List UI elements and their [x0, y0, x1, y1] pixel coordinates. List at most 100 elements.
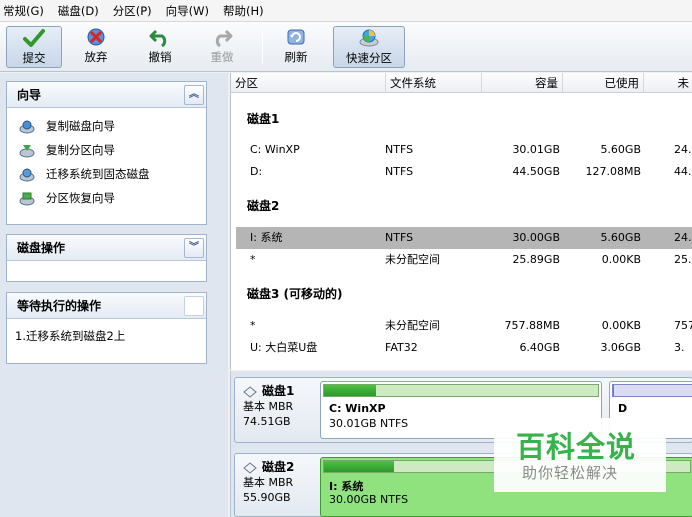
col-filesystem[interactable]: 文件系统 [386, 73, 482, 93]
pending-operation-item[interactable]: 1.迁移系统到磁盘2上 [7, 319, 206, 344]
menu-partition[interactable]: 分区(P) [106, 0, 159, 22]
wizard-panel: 向导 ︽ 复制磁盘向导 复制分区向导 迁移系统到固态磁盘 分区恢复向导 [6, 81, 207, 225]
undo-button[interactable]: 撤销 [136, 26, 184, 68]
wizard-partition-recovery[interactable]: 分区恢复向导 [7, 186, 206, 210]
col-capacity[interactable]: 容量 [482, 73, 563, 93]
disk-size: 74.51GB [243, 415, 291, 428]
cell-filesystem: NTFS [385, 231, 414, 244]
table-row[interactable]: U: 大白菜U盘 FAT32 6.40GB 3.06GB 3. [236, 337, 692, 359]
submit-button[interactable]: 提交 [6, 26, 62, 68]
partition-name: I: 系统 [329, 480, 364, 493]
wizard-copy-disk-label: 复制磁盘向导 [46, 119, 115, 133]
chevron-up-icon[interactable]: ︽ [184, 84, 204, 105]
usage-fill [324, 461, 394, 472]
discard-label: 放弃 [84, 50, 108, 64]
cell-unused: 24. [674, 143, 692, 156]
watermark-logo: 百科全说 助你轻松解决 [494, 418, 666, 492]
partition-table: 分区 文件系统 容量 已使用 未 磁盘1 C: WinXP NTFS 30.01… [230, 73, 692, 370]
discard-icon [85, 27, 107, 47]
pending-operations-panel: 等待执行的操作 1.迁移系统到磁盘2上 [6, 292, 207, 364]
usage-bar [323, 384, 599, 397]
cell-partition: * [250, 253, 256, 266]
chevron-down-icon[interactable]: ︾ [184, 237, 204, 258]
migrate-os-icon [19, 166, 35, 182]
wizard-partition-recovery-label: 分区恢复向导 [46, 191, 115, 205]
cell-unused: 757. [674, 319, 692, 332]
cell-filesystem: FAT32 [385, 341, 418, 354]
menu-help[interactable]: 帮助(H) [216, 0, 271, 22]
redo-button[interactable]: 重做 [198, 26, 246, 68]
cell-unused: 24. [674, 231, 692, 244]
table-row-selected[interactable]: I: 系统 NTFS 30.00GB 5.60GB 24. [236, 227, 692, 249]
toolbar: 提交 放弃 撤销 重做 刷新 快速分区 [0, 22, 692, 72]
partition-name: D [618, 402, 628, 415]
cell-unused: 3. [674, 341, 685, 354]
cell-capacity: 44.50GB [512, 165, 560, 178]
disk-operations-title: 磁盘操作 [17, 241, 66, 255]
wizard-migrate-os-label: 迁移系统到固态磁盘 [46, 167, 150, 181]
table-row[interactable]: * 未分配空间 757.88MB 0.00KB 757. [236, 315, 692, 337]
cell-used: 3.06GB [600, 341, 641, 354]
cell-capacity: 30.00GB [512, 231, 560, 244]
disk-operations-panel: 磁盘操作 ︾ [6, 234, 207, 282]
wizard-copy-partition[interactable]: 复制分区向导 [7, 138, 206, 162]
disk-info: 磁盘1 基本 MBR 74.51GB [243, 384, 294, 429]
disk-icon [243, 385, 257, 398]
refresh-button[interactable]: 刷新 [272, 26, 320, 68]
col-partition[interactable]: 分区 [231, 73, 386, 93]
undo-label: 撤销 [148, 50, 172, 64]
menu-disk[interactable]: 磁盘(D) [51, 0, 106, 22]
copy-partition-icon [19, 142, 35, 158]
quick-partition-icon [358, 28, 380, 48]
table-row[interactable]: D: NTFS 44.50GB 127.08MB 44. [236, 161, 692, 183]
menu-general[interactable]: 常规(G) [0, 0, 51, 22]
wizard-panel-title: 向导 [17, 88, 42, 102]
disk-icon [243, 461, 257, 474]
menu-bar: 常规(G) 磁盘(D) 分区(P) 向导(W) 帮助(H) [0, 0, 692, 22]
cell-partition: * [250, 319, 256, 332]
cell-used: 0.00KB [601, 253, 641, 266]
watermark-title: 百科全说 [516, 430, 637, 464]
collapse-button[interactable] [184, 295, 204, 316]
disk-size: 55.90GB [243, 491, 291, 504]
wizard-migrate-os[interactable]: 迁移系统到固态磁盘 [7, 162, 206, 186]
table-row[interactable]: * 未分配空间 25.89GB 0.00KB 25. [236, 249, 692, 271]
discard-button[interactable]: 放弃 [72, 26, 120, 68]
wizard-copy-partition-label: 复制分区向导 [46, 143, 115, 157]
usage-fill [324, 385, 377, 396]
cell-used: 5.60GB [600, 231, 641, 244]
cell-filesystem: NTFS [385, 143, 414, 156]
wizard-panel-header: 向导 ︽ [7, 82, 206, 108]
cell-used: 5.60GB [600, 143, 641, 156]
group-title: 磁盘3 (可移动的) [247, 287, 343, 301]
partition-desc: 30.00GB NTFS [329, 493, 409, 506]
group-title: 磁盘2 [247, 199, 280, 213]
refresh-label: 刷新 [284, 50, 308, 64]
submit-label: 提交 [22, 51, 46, 65]
left-sidebar: 向导 ︽ 复制磁盘向导 复制分区向导 迁移系统到固态磁盘 分区恢复向导 磁盘操作… [0, 73, 228, 517]
table-header: 分区 文件系统 容量 已使用 未 [231, 73, 692, 93]
cell-unused: 25. [674, 253, 692, 266]
cell-unused: 44. [674, 165, 692, 178]
table-row[interactable]: C: WinXP NTFS 30.01GB 5.60GB 24. [236, 139, 692, 161]
usage-fill [613, 385, 614, 396]
cell-used: 127.08MB [585, 165, 641, 178]
toolbar-separator [262, 30, 263, 64]
watermark-subtitle: 助你轻松解决 [522, 464, 619, 482]
cell-partition: I: 系统 [250, 231, 283, 244]
refresh-icon [285, 27, 307, 47]
cell-capacity: 25.89GB [512, 253, 560, 266]
partition-recovery-icon [19, 190, 35, 206]
wizard-copy-disk[interactable]: 复制磁盘向导 [7, 114, 206, 138]
cell-used: 0.00KB [601, 319, 641, 332]
pending-operations-title: 等待执行的操作 [17, 299, 102, 313]
menu-wizard[interactable]: 向导(W) [159, 0, 216, 22]
cell-partition: U: 大白菜U盘 [250, 341, 318, 354]
col-unused[interactable]: 未 [644, 73, 692, 93]
quick-partition-button[interactable]: 快速分区 [333, 26, 405, 68]
partition-name: C: WinXP [329, 402, 386, 415]
col-used[interactable]: 已使用 [563, 73, 644, 93]
disk-type: 基本 MBR [243, 476, 294, 489]
cell-capacity: 757.88MB [504, 319, 560, 332]
copy-disk-icon [19, 118, 35, 134]
